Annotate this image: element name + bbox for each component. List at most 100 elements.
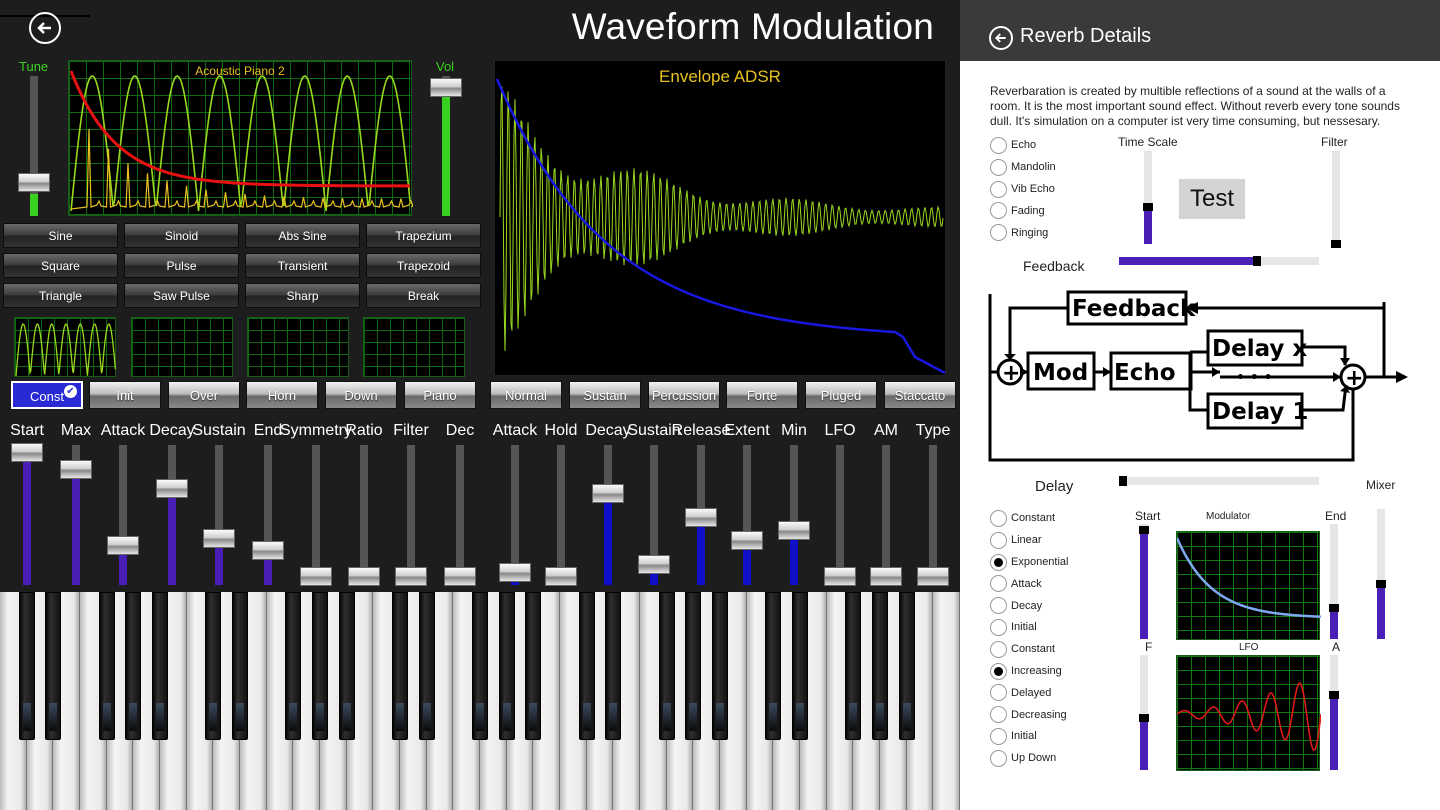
test-button[interactable]: Test — [1179, 179, 1245, 219]
parameter-slider[interactable] — [60, 445, 92, 585]
reverb-type-radio[interactable]: Fading — [990, 202, 1045, 220]
parameter-slider[interactable] — [395, 445, 427, 586]
piano-black-key[interactable] — [525, 592, 542, 740]
mode-button[interactable]: Const ✔ — [11, 381, 83, 409]
slider-thumb[interactable] — [395, 567, 427, 586]
slider-thumb[interactable] — [545, 567, 577, 586]
piano-black-key[interactable] — [152, 592, 168, 740]
modulation-type-radio[interactable]: Attack — [990, 575, 1042, 593]
slider-thumb[interactable] — [1329, 604, 1339, 612]
reverb-back-button[interactable] — [989, 26, 1013, 50]
slider-thumb[interactable] — [824, 567, 856, 586]
radio-circle-icon[interactable] — [990, 640, 1007, 658]
parameter-slider[interactable] — [300, 445, 332, 586]
parameter-slider[interactable] — [592, 445, 624, 585]
parameter-slider[interactable] — [917, 445, 949, 586]
piano-black-key[interactable] — [18, 592, 35, 740]
delay-slider[interactable] — [1119, 476, 1319, 486]
tune-slider[interactable] — [18, 76, 50, 216]
piano-black-key[interactable] — [605, 592, 622, 740]
wave-button[interactable]: Saw Pulse — [124, 283, 239, 308]
parameter-slider[interactable] — [156, 445, 188, 585]
piano-black-key[interactable] — [498, 592, 515, 740]
piano-black-key[interactable] — [845, 592, 862, 740]
wave-button[interactable]: Trapezoid — [366, 253, 481, 278]
slider-thumb[interactable] — [1253, 256, 1261, 266]
reverb-type-radio[interactable]: Mandolin — [990, 158, 1056, 176]
radio-circle-icon[interactable] — [990, 202, 1007, 220]
modulation-type-radio[interactable]: Constant — [990, 510, 1055, 527]
parameter-slider[interactable] — [870, 445, 902, 586]
parameter-slider[interactable] — [685, 445, 717, 585]
reverb-type-radio[interactable]: Echo — [990, 137, 1036, 154]
piano-black-key[interactable] — [98, 592, 115, 740]
envelope-preset-button[interactable]: Sustain — [569, 381, 641, 409]
piano-black-key[interactable] — [792, 592, 808, 740]
parameter-slider[interactable] — [824, 445, 856, 586]
wave-button[interactable]: Square — [3, 253, 118, 278]
modulation-type-radio[interactable]: Exponential — [990, 553, 1069, 571]
tune-slider-thumb[interactable] — [18, 173, 50, 192]
slider-thumb[interactable] — [1143, 203, 1153, 211]
piano-black-key[interactable] — [685, 592, 702, 740]
slider-thumb[interactable] — [1139, 526, 1149, 534]
radio-circle-icon[interactable] — [990, 510, 1007, 527]
frequency-slider[interactable] — [1139, 655, 1149, 770]
radio-circle-icon[interactable] — [990, 706, 1007, 724]
piano-black-key[interactable] — [45, 592, 62, 740]
radio-circle-icon[interactable] — [990, 597, 1007, 615]
radio-circle-icon[interactable] — [990, 180, 1007, 198]
radio-circle-icon[interactable] — [990, 728, 1007, 745]
reverb-type-radio[interactable]: Vib Echo — [990, 180, 1055, 198]
slider-thumb[interactable] — [1139, 714, 1149, 722]
piano-black-key[interactable] — [472, 592, 488, 740]
filter-slider[interactable] — [1331, 151, 1341, 248]
envelope-preset-button[interactable]: Normal — [490, 381, 562, 409]
slider-thumb[interactable] — [917, 567, 949, 586]
start-slider[interactable] — [1139, 524, 1149, 639]
slider-thumb[interactable] — [156, 479, 188, 498]
parameter-slider[interactable] — [203, 445, 235, 585]
slider-thumb[interactable] — [1376, 580, 1386, 588]
slider-thumb[interactable] — [731, 531, 763, 550]
slider-thumb[interactable] — [11, 443, 43, 462]
feedback-slider[interactable] — [1119, 256, 1319, 266]
envelope-preset-button[interactable]: Percussion — [648, 381, 720, 409]
mode-button[interactable]: Horn — [246, 381, 318, 409]
envelope-preset-button[interactable]: Forte — [726, 381, 798, 409]
wave-button[interactable]: Trapezium — [366, 223, 481, 248]
piano-black-key[interactable] — [765, 592, 782, 740]
parameter-slider[interactable] — [545, 445, 577, 586]
slider-thumb[interactable] — [203, 529, 235, 548]
mini-scope-1[interactable] — [14, 317, 117, 377]
piano-black-key[interactable] — [232, 592, 248, 740]
slider-thumb[interactable] — [107, 536, 139, 555]
wave-button[interactable]: Abs Sine — [245, 223, 360, 248]
time-scale-slider[interactable] — [1143, 151, 1153, 244]
modulation-type-radio[interactable]: Initial — [990, 619, 1037, 636]
back-button[interactable] — [29, 12, 61, 44]
wave-button[interactable]: Transient — [245, 253, 360, 278]
radio-circle-icon[interactable] — [990, 619, 1007, 636]
envelope-preset-button[interactable]: Pluged — [805, 381, 877, 409]
reverb-type-radio[interactable]: Ringing — [990, 224, 1048, 242]
piano-white-key[interactable] — [933, 592, 960, 810]
mini-scope-4[interactable] — [363, 317, 465, 377]
piano-black-key[interactable] — [898, 592, 915, 740]
piano-black-key[interactable] — [578, 592, 595, 740]
modulation-type-radio[interactable]: Linear — [990, 531, 1042, 549]
radio-circle-icon[interactable] — [990, 224, 1007, 242]
piano-black-key[interactable] — [658, 592, 675, 740]
radio-circle-icon[interactable] — [990, 749, 1007, 767]
wave-button[interactable]: Pulse — [124, 253, 239, 278]
piano-black-key[interactable] — [338, 592, 355, 740]
mode-button[interactable]: Down — [325, 381, 397, 409]
wave-button[interactable]: Break — [366, 283, 481, 308]
slider-thumb[interactable] — [592, 484, 624, 503]
wave-button[interactable]: Sinoid — [124, 223, 239, 248]
modulation-type-radio[interactable]: Increasing — [990, 662, 1062, 680]
radio-circle-icon[interactable] — [990, 137, 1007, 154]
piano-black-key[interactable] — [392, 592, 408, 740]
piano-black-key[interactable] — [872, 592, 888, 740]
slider-thumb[interactable] — [300, 567, 332, 586]
